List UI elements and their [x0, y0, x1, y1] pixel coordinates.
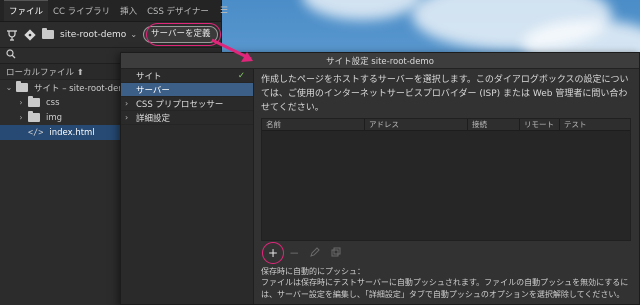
tab-css-designer[interactable]: CSS デザイナー	[142, 5, 214, 21]
dialog-title: サイト設定 site-root-demo	[121, 53, 639, 69]
table-header: 名前 アドレス 接続 リモート テスト	[262, 119, 630, 131]
connect-icon[interactable]	[6, 28, 18, 42]
duplicate-server-button[interactable]	[331, 246, 341, 260]
tree-label: index.html	[49, 127, 95, 138]
nav-item-css-preprocessors[interactable]: › CSS プリプロセッサー	[121, 97, 253, 111]
column-header-testing[interactable]: テスト	[560, 119, 600, 130]
table-actions: + −	[261, 242, 631, 264]
chevron-right-icon[interactable]: ›	[16, 113, 26, 122]
site-name: site-root-demo	[60, 29, 127, 40]
nav-item-site[interactable]: サイト ✓	[121, 69, 253, 83]
folder-icon	[28, 96, 40, 107]
add-button-highlight	[262, 242, 284, 264]
folder-icon	[42, 28, 54, 39]
nav-item-label: CSS プリプロセッサー	[136, 99, 224, 110]
nav-item-label: サイト	[136, 71, 162, 82]
panel-tabs: ファイル CC ライブラリ 挿入 CSS デザイナー ☰	[0, 0, 228, 22]
site-select[interactable]: site-root-demo ⌄	[42, 28, 138, 40]
chevron-right-icon[interactable]: ›	[125, 99, 136, 108]
tree-label: サイト – site-root-demo	[34, 83, 132, 94]
chevron-down-icon[interactable]: ⌄	[4, 83, 14, 92]
remove-server-button[interactable]: −	[289, 246, 299, 260]
chevron-down-icon: ⌄	[130, 30, 138, 39]
server-description: 作成したページをホストするサーバーを選択します。このダイアログボックスの設定につ…	[261, 75, 629, 113]
define-server-highlight	[146, 23, 221, 46]
server-table[interactable]: 名前 アドレス 接続 リモート テスト	[261, 118, 631, 241]
tree-label: css	[46, 97, 60, 108]
edit-server-button[interactable]	[310, 246, 320, 260]
folder-icon	[28, 111, 40, 122]
column-header-name[interactable]: 名前	[262, 119, 365, 130]
column-header-address[interactable]: アドレス	[365, 119, 468, 130]
git-icon[interactable]	[24, 28, 36, 42]
auto-push-title: 保存時に自動的にプッシュ：	[261, 267, 365, 276]
search-icon[interactable]	[6, 49, 16, 62]
tab-files[interactable]: ファイル	[4, 0, 49, 21]
tree-label: img	[46, 112, 63, 123]
chevron-right-icon[interactable]: ›	[16, 98, 26, 107]
tab-cc-libraries[interactable]: CC ライブラリ	[48, 5, 115, 21]
check-icon: ✓	[237, 70, 245, 81]
auto-push-text: ファイルは保存時にテストサーバーに自動プッシュされます。ファイルの自動プッシュを…	[261, 278, 629, 299]
tab-insert[interactable]: 挿入	[115, 5, 142, 21]
chevron-right-icon[interactable]: ›	[125, 113, 136, 122]
panel-menu-icon[interactable]: ☰	[214, 6, 234, 21]
column-header-remote[interactable]: リモート	[520, 119, 560, 130]
nav-item-servers[interactable]: サーバー	[121, 83, 253, 97]
dialog-nav: サイト ✓ サーバー › CSS プリプロセッサー › 詳細設定	[121, 69, 254, 304]
nav-item-advanced[interactable]: › 詳細設定	[121, 111, 253, 125]
nav-item-label: 詳細設定	[136, 113, 171, 124]
site-setup-dialog: サイト設定 site-root-demo サイト ✓ サーバー › CSS プリ…	[120, 52, 640, 305]
folder-icon	[16, 81, 28, 92]
column-header-connection[interactable]: 接続	[468, 119, 520, 130]
nav-item-label: サーバー	[136, 85, 170, 96]
code-file-icon: </>	[28, 127, 44, 138]
dialog-content: 作成したページをホストするサーバーを選択します。このダイアログボックスの設定につ…	[255, 69, 639, 304]
